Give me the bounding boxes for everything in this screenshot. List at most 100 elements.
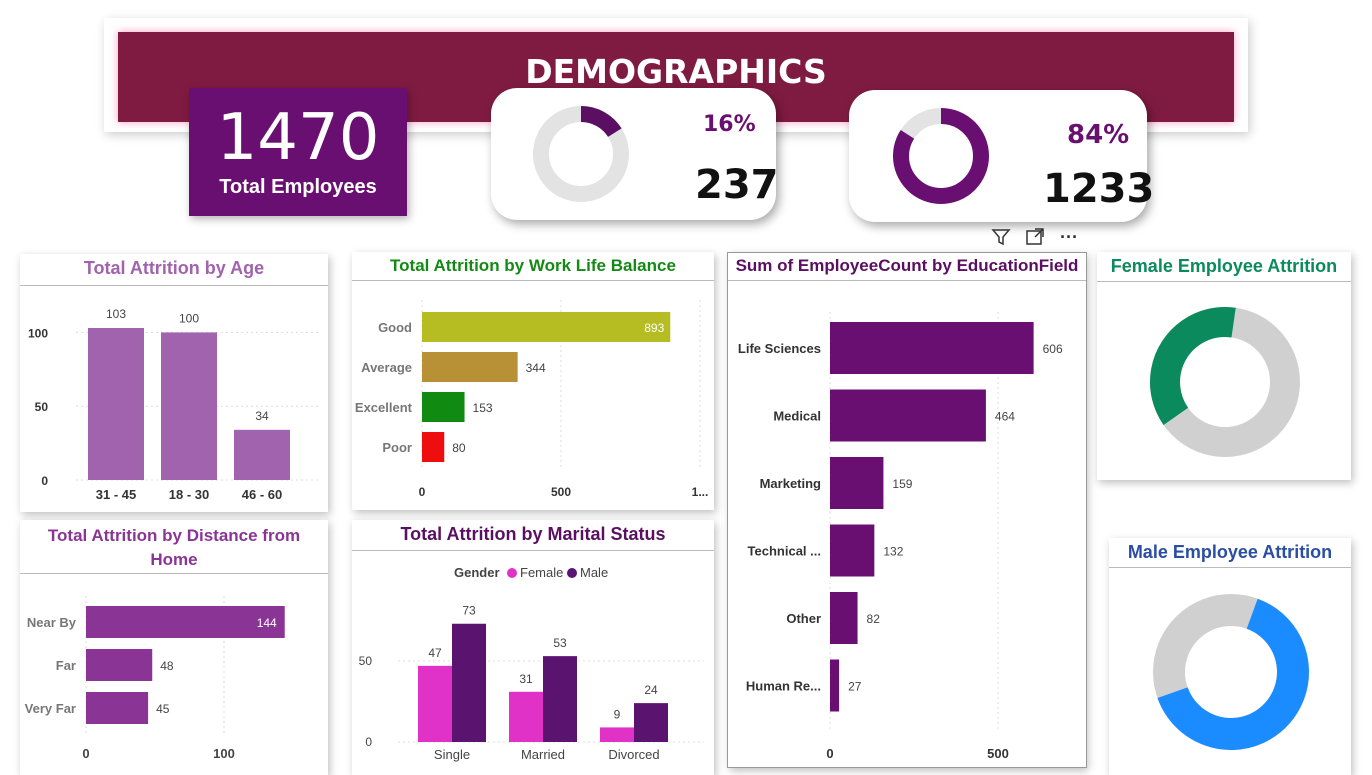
divider: [20, 573, 328, 574]
x-tick-label: Divorced: [608, 747, 659, 762]
bar: [422, 432, 445, 462]
chart-title: Total Attrition by Age: [83, 258, 265, 278]
attrition-no-count: 1233: [1043, 166, 1155, 212]
bar: [600, 727, 634, 742]
x-tick-label: 100: [213, 746, 235, 761]
attrition-yes-card[interactable]: 16% 237: [491, 88, 779, 220]
bar: [86, 649, 153, 681]
chart-title: Total Attrition by Distance from Home: [47, 526, 301, 569]
legend-label: Female: [520, 565, 563, 580]
bar: [422, 392, 465, 422]
attrition-yes-percent: 16%: [703, 112, 756, 137]
divider: [352, 550, 714, 551]
attrition-no-donut: [893, 108, 989, 204]
x-tick-label: 0: [419, 485, 426, 499]
x-tick-label: 18 - 30: [169, 487, 209, 502]
legend-title: Gender: [454, 565, 500, 580]
data-label: 103: [106, 307, 126, 321]
bar: [86, 692, 149, 724]
y-tick-label: Average: [361, 360, 412, 375]
total-employees-value: 1470: [216, 101, 380, 175]
y-tick-label: 0: [41, 474, 48, 488]
bar: [634, 703, 668, 742]
chart-title: Total Attrition by Work Life Balance: [390, 256, 676, 275]
x-tick-label: 31 - 45: [96, 487, 136, 502]
bar: [422, 352, 518, 382]
marital-chart-card[interactable]: Total Attrition by Marital Status Gender…: [352, 520, 714, 775]
distance-chart: 0 100 Near By 144 Far 48 Very Far 45: [25, 596, 285, 761]
chart-title: Female Employee Attrition: [1110, 256, 1338, 276]
y-tick-label: 50: [35, 400, 49, 414]
bar: [543, 656, 577, 742]
divider: [1097, 281, 1351, 282]
data-label: 24: [644, 683, 658, 697]
data-label: 144: [257, 616, 277, 630]
x-tick-label: Single: [434, 747, 470, 762]
legend-marker-male: [567, 568, 577, 578]
y-tick-label: Excellent: [355, 400, 413, 415]
bar: [422, 312, 671, 342]
y-tick-label: Near By: [27, 615, 77, 630]
bar: [88, 328, 144, 480]
age-chart: 0 50 100 103 31 - 45 100 18 - 30 34 46 - 60: [28, 307, 320, 502]
y-tick-label: 100: [28, 326, 48, 340]
female-attrition-card[interactable]: Female Employee Attrition: [1097, 252, 1351, 480]
y-tick-label: Very Far: [25, 701, 76, 716]
y-tick-label: Poor: [382, 440, 412, 455]
data-label: 9: [614, 707, 621, 721]
chart-title: Male Employee Attrition: [1127, 542, 1333, 562]
x-tick-label: 1...: [692, 485, 709, 499]
x-tick-label: 46 - 60: [242, 487, 282, 502]
divider: [20, 285, 328, 286]
page-title: DEMOGRAPHICS: [525, 52, 827, 91]
data-label: 53: [553, 636, 567, 650]
data-label: 344: [526, 361, 546, 375]
total-employees-card[interactable]: 1470 Total Employees: [189, 88, 407, 216]
wlb-chart-card[interactable]: Total Attrition by Work Life Balance 0 50…: [352, 252, 714, 510]
distance-chart-card[interactable]: Total Attrition by Distance from Home 0 1…: [20, 520, 328, 775]
divider: [1109, 567, 1351, 568]
male-attrition-donut: [1153, 594, 1309, 750]
bar: [418, 665, 452, 742]
bar: [509, 691, 543, 742]
male-attrition-card[interactable]: Male Employee Attrition: [1109, 538, 1351, 775]
selection-frame: [727, 252, 1087, 768]
filter-icon[interactable]: [988, 224, 1014, 250]
data-label: 893: [644, 321, 664, 335]
bar: [452, 623, 486, 742]
y-tick-label: 0: [365, 735, 372, 749]
y-tick-label: 50: [359, 654, 373, 668]
legend-label: Male: [580, 565, 608, 580]
data-label: 48: [160, 659, 174, 673]
visual-toolbar: ···: [988, 224, 1088, 250]
chart-title: Total Attrition by Marital Status: [400, 524, 666, 544]
x-tick-label: 500: [551, 485, 571, 499]
bar: [86, 606, 285, 638]
y-tick-label: Far: [56, 658, 76, 673]
data-label: 34: [255, 409, 269, 423]
focus-mode-icon[interactable]: [1022, 224, 1048, 250]
marital-chart: Gender Female Male 0 50 47 73 Single 31 53 Married…: [359, 565, 704, 762]
x-tick-label: Married: [521, 747, 565, 762]
legend-marker-female: [507, 568, 517, 578]
y-tick-label: Good: [378, 320, 412, 335]
divider: [352, 280, 714, 281]
data-label: 73: [462, 604, 476, 618]
data-label: 100: [179, 311, 199, 325]
data-label: 153: [473, 401, 493, 415]
female-attrition-donut: [1150, 306, 1300, 457]
attrition-yes-donut: [533, 106, 629, 202]
data-label: 80: [452, 441, 466, 455]
total-employees-label: Total Employees: [219, 176, 377, 198]
wlb-chart: 0 500 1... Good 893 Average 344 Excellent 153 Poo…: [355, 300, 709, 499]
attrition-no-card[interactable]: 84% 1233: [849, 90, 1154, 222]
age-chart-card[interactable]: Total Attrition by Age 0 50 100 103 31 - 45 1…: [20, 254, 328, 512]
attrition-no-percent: 84%: [1067, 120, 1130, 150]
data-label: 45: [156, 702, 170, 716]
more-options-icon[interactable]: ···: [1056, 224, 1082, 250]
x-tick-label: 0: [82, 746, 89, 761]
data-label: 31: [519, 672, 533, 686]
attrition-yes-count: 237: [695, 162, 779, 208]
data-label: 47: [428, 646, 442, 660]
bar: [234, 429, 290, 480]
